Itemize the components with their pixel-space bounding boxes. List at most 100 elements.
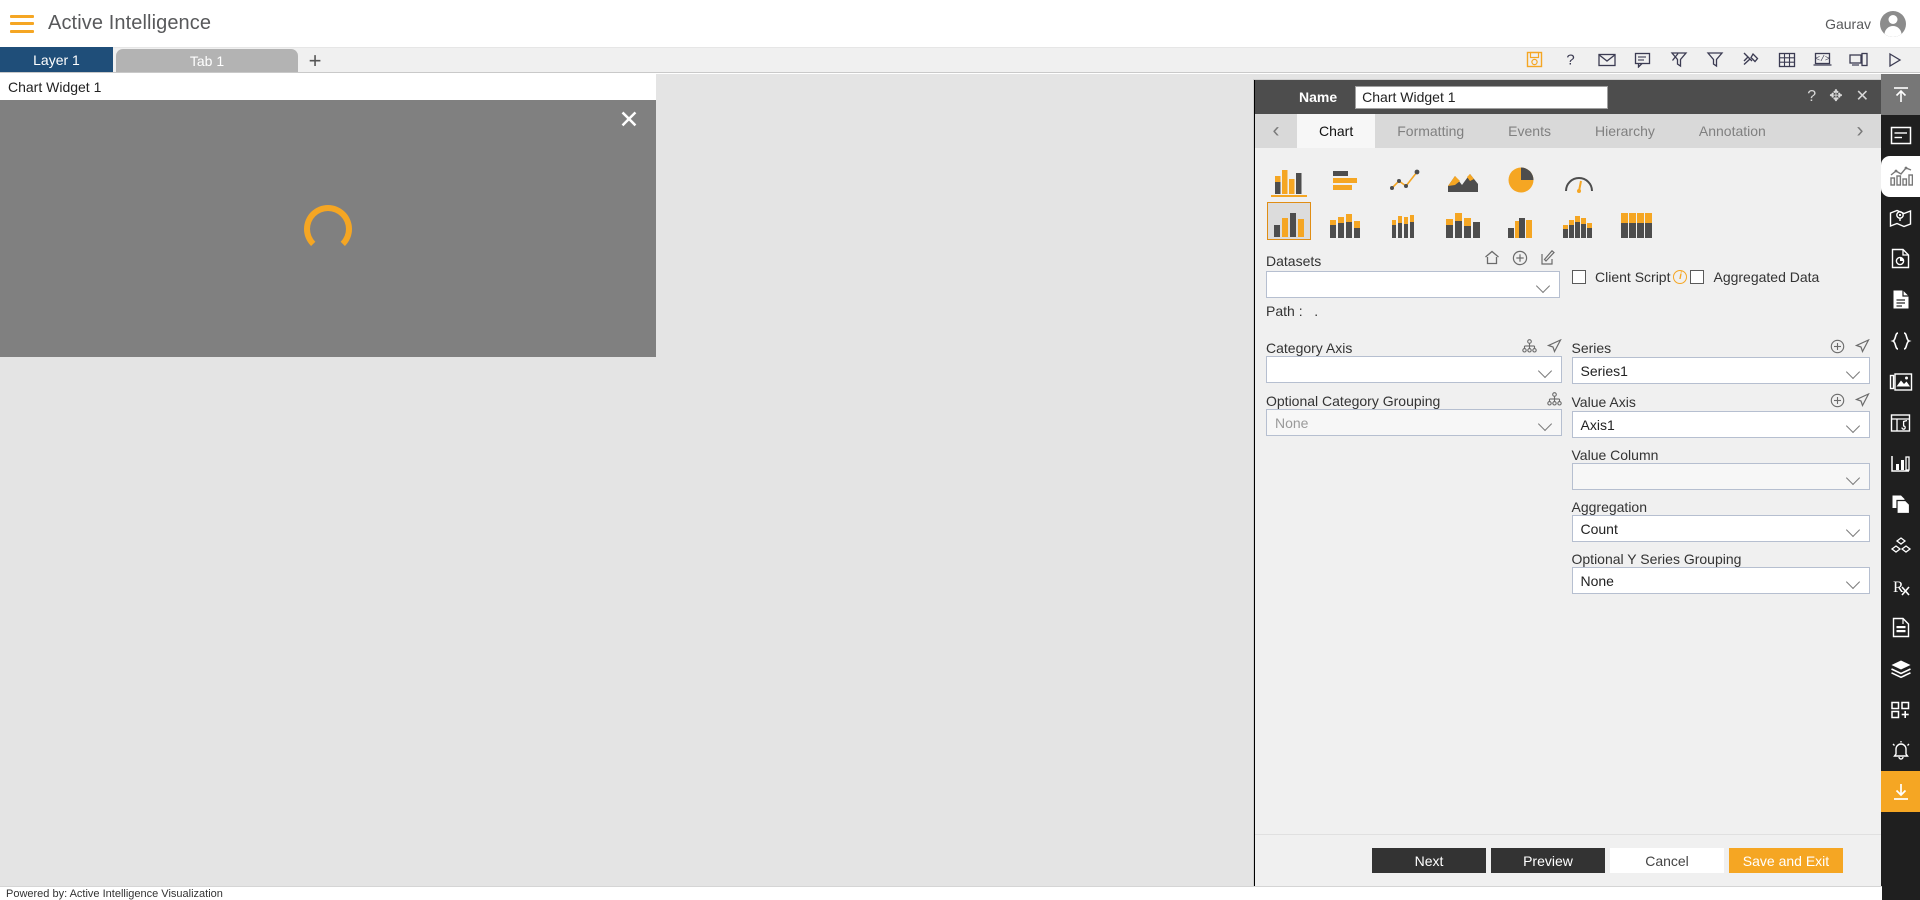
play-icon[interactable]: [1885, 50, 1904, 69]
aggregation-value: Count: [1580, 520, 1618, 537]
client-script-checkbox[interactable]: [1572, 270, 1587, 284]
kpi-widget-icon[interactable]: [1881, 443, 1920, 484]
category-axis-select[interactable]: [1266, 356, 1562, 383]
clear-filter-icon[interactable]: [1669, 50, 1688, 69]
report-widget-icon[interactable]: [1881, 238, 1920, 279]
bar-chart-icon[interactable]: [1329, 162, 1365, 194]
value-column-header: Value Column: [1572, 447, 1871, 463]
widget-rail: R: [1881, 74, 1920, 900]
add-icon[interactable]: [1512, 250, 1528, 271]
close-icon[interactable]: ✕: [616, 108, 642, 134]
left-fields-column: Category Axis Optional Category Grouping…: [1266, 330, 1562, 594]
datasets-select[interactable]: [1266, 271, 1561, 298]
prescription-widget-icon[interactable]: R: [1881, 566, 1920, 607]
tabs-next-arrow[interactable]: ›: [1839, 114, 1881, 148]
send-icon[interactable]: [1854, 392, 1870, 411]
user-avatar-icon[interactable]: [1880, 10, 1906, 37]
tab-annotation[interactable]: Annotation: [1677, 114, 1788, 148]
save-report-icon[interactable]: [1525, 50, 1544, 69]
grouped-stacked-column-icon[interactable]: [1441, 202, 1485, 240]
add-icon[interactable]: [1830, 339, 1845, 357]
table-icon[interactable]: [1777, 50, 1796, 69]
send-icon[interactable]: [1854, 338, 1870, 357]
aggregation-select[interactable]: Count: [1571, 515, 1870, 542]
close-icon[interactable]: ✕: [1856, 89, 1869, 105]
value-axis-select[interactable]: Axis1: [1571, 411, 1870, 438]
series-select[interactable]: Series1: [1571, 357, 1870, 384]
pie-chart-icon[interactable]: [1503, 162, 1539, 194]
series-value: Series1: [1580, 362, 1628, 379]
chart-widget-icon[interactable]: [1881, 156, 1920, 197]
tab-formatting[interactable]: Formatting: [1375, 114, 1486, 148]
right-fields-column: Series Series1 Value Axis Axis1 Value Co…: [1571, 330, 1871, 594]
area-chart-icon[interactable]: [1445, 162, 1481, 194]
layers-widget-icon[interactable]: [1881, 648, 1920, 689]
code-widget-icon[interactable]: [1881, 320, 1920, 361]
map-widget-icon[interactable]: [1881, 197, 1920, 238]
code-icon[interactable]: </>: [1813, 50, 1832, 69]
collapse-up-icon[interactable]: [1881, 74, 1920, 115]
help-icon[interactable]: ?: [1561, 50, 1580, 69]
overlapped-column-icon[interactable]: [1499, 202, 1543, 240]
download-icon[interactable]: [1881, 771, 1920, 812]
clustered-column-icon[interactable]: [1267, 202, 1311, 240]
save-and-exit-button[interactable]: Save and Exit: [1729, 848, 1843, 873]
svg-text:?: ?: [1566, 52, 1574, 69]
image-widget-icon[interactable]: [1881, 361, 1920, 402]
series-label: Series: [1571, 340, 1612, 356]
tab-chart[interactable]: Chart: [1297, 114, 1376, 148]
panel-tabs: ‹ Chart Formatting Events Hierarchy Anno…: [1255, 114, 1881, 148]
optional-y-series-grouping-select[interactable]: None: [1571, 567, 1870, 594]
chart-widget-placeholder[interactable]: ✕: [0, 100, 656, 357]
layer-tab-1[interactable]: Layer 1: [0, 47, 113, 72]
page-tab-1[interactable]: Tab 1: [116, 49, 298, 72]
aggregated-data-checkbox[interactable]: [1690, 270, 1705, 284]
gauge-chart-icon[interactable]: [1561, 162, 1597, 194]
hamburger-icon[interactable]: [10, 14, 34, 33]
thin-column-icon[interactable]: [1383, 202, 1427, 240]
filter-icon[interactable]: [1705, 50, 1724, 69]
send-icon[interactable]: [1546, 338, 1562, 356]
value-column-select[interactable]: [1571, 463, 1870, 490]
optional-category-grouping-select[interactable]: None: [1266, 409, 1562, 436]
help-icon[interactable]: ?: [1807, 89, 1816, 105]
widget-layout-icon[interactable]: [1881, 115, 1920, 156]
mail-icon[interactable]: [1597, 50, 1616, 69]
widget-name-input[interactable]: [1355, 85, 1609, 109]
optional-category-grouping-actions: [1546, 392, 1562, 409]
stacked-column-icon[interactable]: [1325, 202, 1369, 240]
multi-series-column-icon[interactable]: [1557, 202, 1601, 240]
hierarchy-icon[interactable]: [1546, 392, 1562, 409]
cube-widget-icon[interactable]: [1881, 525, 1920, 566]
responsive-icon[interactable]: [1849, 50, 1868, 69]
preview-button[interactable]: Preview: [1491, 848, 1605, 873]
column-chart-icon[interactable]: [1271, 162, 1307, 197]
datasets-label: Datasets: [1266, 252, 1322, 269]
edit-icon[interactable]: [1540, 249, 1556, 271]
aggregated-data-label: Aggregated Data: [1713, 269, 1820, 285]
cancel-button[interactable]: Cancel: [1610, 848, 1724, 873]
tab-events[interactable]: Events: [1486, 114, 1573, 148]
tab-hierarchy[interactable]: Hierarchy: [1573, 114, 1677, 148]
optional-category-grouping-value: None: [1275, 414, 1309, 431]
add-group-icon[interactable]: [1881, 689, 1920, 730]
hierarchy-icon[interactable]: [1521, 339, 1537, 356]
optional-y-series-grouping-label: Optional Y Series Grouping: [1571, 551, 1742, 567]
next-button[interactable]: Next: [1372, 848, 1486, 873]
alert-bell-icon[interactable]: [1881, 730, 1920, 771]
move-icon[interactable]: ✥: [1829, 89, 1842, 105]
add-tab-button[interactable]: +: [298, 48, 332, 73]
tabs-prev-arrow[interactable]: ‹: [1255, 114, 1297, 148]
comment-icon[interactable]: [1633, 50, 1652, 69]
home-icon[interactable]: [1484, 250, 1500, 271]
chart-subtype-selector: [1266, 202, 1870, 240]
document-widget-icon[interactable]: [1881, 279, 1920, 320]
full-stacked-column-icon[interactable]: [1615, 202, 1659, 240]
info-icon[interactable]: i: [1673, 270, 1688, 284]
tools-icon[interactable]: [1741, 50, 1760, 69]
scatter-line-chart-icon[interactable]: [1387, 162, 1423, 194]
copy-widget-icon[interactable]: [1881, 484, 1920, 525]
media-widget-icon[interactable]: [1881, 402, 1920, 443]
add-icon[interactable]: [1830, 393, 1845, 411]
form-widget-icon[interactable]: [1881, 607, 1920, 648]
